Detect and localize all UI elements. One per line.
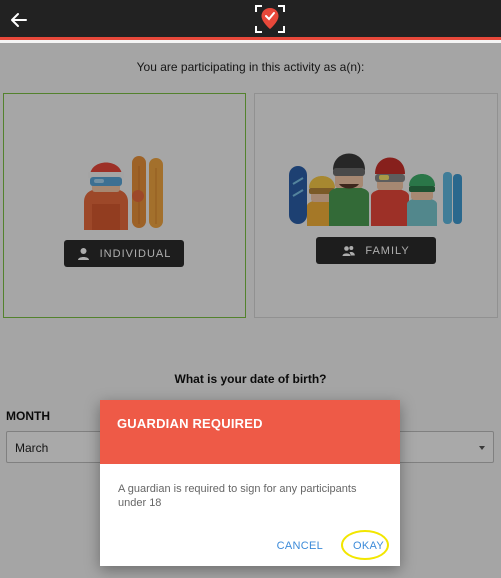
location-pin-logo-icon xyxy=(255,5,285,33)
dialog-title: GUARDIAN REQUIRED xyxy=(117,416,263,431)
dialog-message: A guardian is required to sign for any p… xyxy=(118,483,357,509)
highlight-ring xyxy=(341,530,390,560)
cancel-button[interactable]: CANCEL xyxy=(269,534,331,558)
dialog-actions: CANCEL OKAY xyxy=(269,530,392,560)
okay-button-wrapper: OKAY xyxy=(341,530,392,560)
dialog-header: GUARDIAN REQUIRED xyxy=(100,400,400,464)
guardian-required-dialog: GUARDIAN REQUIRED A guardian is required… xyxy=(100,400,400,566)
arrow-left-icon[interactable] xyxy=(8,9,30,31)
top-app-bar xyxy=(0,0,501,40)
